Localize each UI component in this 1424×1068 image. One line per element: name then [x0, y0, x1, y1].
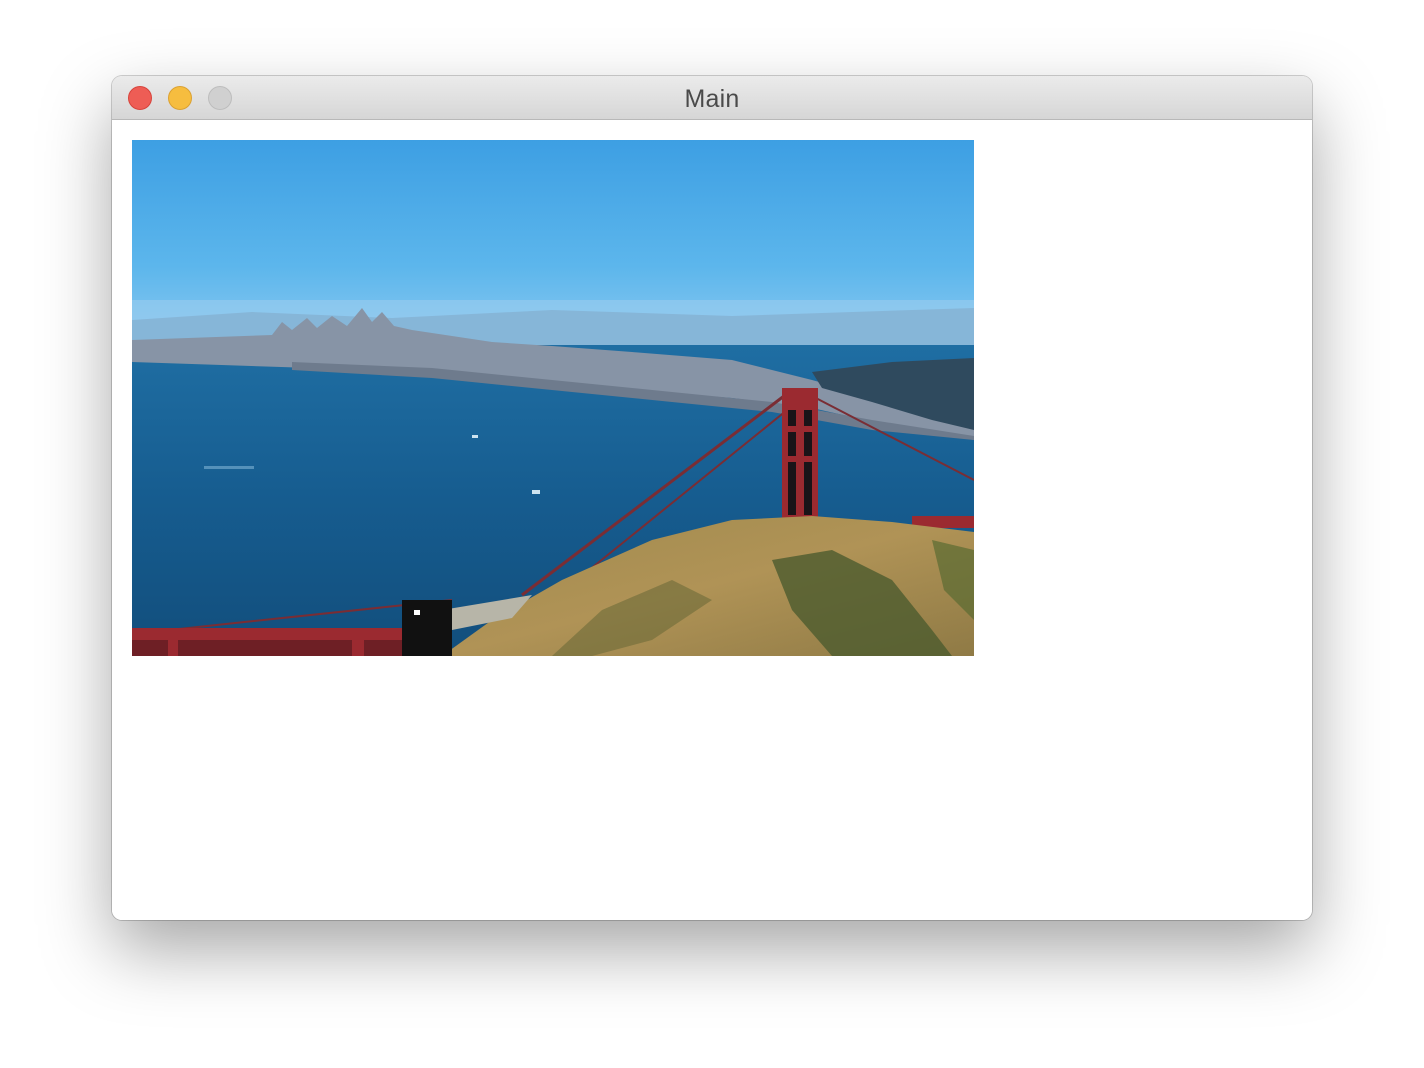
window-content: [112, 120, 1312, 920]
app-window: Main: [112, 76, 1312, 920]
window-title: Main: [684, 85, 740, 113]
title-bar[interactable]: Main: [112, 76, 1312, 120]
photo-image: [132, 140, 974, 656]
bridge-photo: [132, 140, 974, 656]
